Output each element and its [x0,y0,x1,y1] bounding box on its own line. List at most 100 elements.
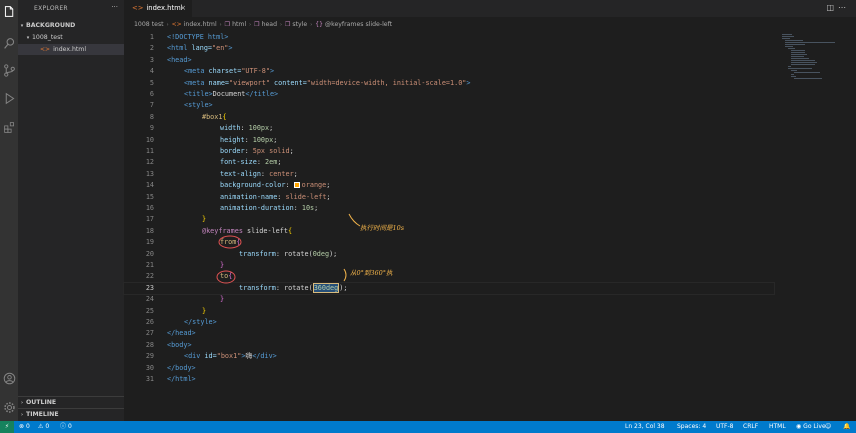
code-line: 8 #box1{ [124,112,774,123]
end-of-line[interactable]: CRLF [743,421,758,433]
chevron-right-icon: › [280,22,283,28]
code-token: </html> [167,375,196,383]
cursor-position[interactable]: Ln 23, Col 38 [625,421,665,433]
code-token: 100px [252,135,274,144]
breadcrumb-item[interactable]: html [232,21,246,28]
code-token: "width=device-width, initial-scale=1.0" [306,78,467,87]
code-line: 18 @keyframes slide-left{ [124,226,774,237]
code-token: ); [339,283,348,292]
code-line-current: 23 transform: rotate(360deg); [123,281,775,296]
code-line: 17} [124,214,774,225]
workspace-section[interactable]: ▾ BACKGROUND [18,20,124,31]
annotation-text: 从0°到360°执 [350,269,393,277]
extensions-icon[interactable] [2,120,16,134]
folder-1008-test[interactable]: ▾ 1008_test [18,32,124,43]
vertical-scrollbar[interactable] [846,32,854,421]
code-token: { [236,238,241,247]
chevron-down-icon: ▾ [20,23,24,29]
line-number: 7 [149,101,154,110]
workspace-label: BACKGROUND [26,22,76,29]
element-icon: ❐ [224,21,231,28]
line-number: 31 [145,375,154,383]
notifications-bell-icon[interactable]: 🔔 [843,421,850,433]
account-icon[interactable] [2,371,16,385]
code-line: 24} [124,294,774,305]
breadcrumb-item[interactable]: @keyframes slide-left [325,21,392,28]
outline-section[interactable]: › OUTLINE [18,396,124,407]
code-token: <head> [167,55,192,64]
remote-icon[interactable]: ⚡ [0,421,14,433]
language-mode[interactable]: HTML [769,421,786,433]
go-live-button[interactable]: ◉ Go Live [796,421,826,433]
code-token: name= [204,78,230,87]
code-token: text-align [220,169,261,178]
errors-indicator[interactable]: ⊗ 0 [19,421,30,433]
code-line: 5 <meta name="viewport" content="width=de… [124,78,774,89]
code-line: 20 transform: rotate(0deg); [124,249,774,260]
explorer-sidebar: EXPLORER ··· ▾ BACKGROUND ▾ 1008_test <> in… [18,0,124,421]
explorer-icon[interactable] [2,4,16,18]
settings-gear-icon[interactable] [2,400,16,414]
tab-index-html[interactable]: <> index.html × [124,0,192,17]
more-actions-icon[interactable]: ··· [111,3,118,11]
minimap[interactable] [780,32,844,82]
folder-label: 1008_test [32,34,63,41]
status-bar: ⚡ ⊗ 0 ⚠ 0 ⓘ 0 Ln 23, Col 38 Spaces: 4 UT… [0,421,856,433]
close-icon[interactable]: × [180,0,186,17]
line-number: 17 [145,215,154,224]
code-token: rotate( [284,249,313,258]
encoding[interactable]: UTF-8 [716,421,734,433]
run-debug-icon[interactable] [2,91,16,105]
code-editor[interactable]: 1 <!DOCTYPE html> 2 <html lang="en"> 3 <hea… [123,32,775,421]
line-number: 22 [145,272,154,281]
warnings-indicator[interactable]: ⚠ 0 [38,421,49,433]
line-number: 27 [145,329,154,338]
tab-label: index.html [146,4,183,12]
feedback-icon[interactable]: ☺ [825,421,831,433]
go-live-label: Go Live [803,423,826,430]
code-token: <!DOCTYPE html> [167,33,229,41]
timeline-section[interactable]: › TIMELINE [18,408,124,419]
breadcrumb-item[interactable]: style [292,21,307,28]
line-number: 3 [149,55,154,64]
code-line: 16 animation-duration: 10s; [124,203,774,214]
timeline-label: TIMELINE [26,411,59,418]
code-token: animation-name [220,192,278,201]
code-token: > [228,44,233,53]
file-label: index.html [53,46,87,53]
breadcrumb-item[interactable]: 1008 test [134,21,164,28]
color-swatch[interactable] [293,182,300,189]
code-token: from [220,238,237,247]
code-token: slide-left [285,192,327,201]
code-token: 10s [301,204,315,212]
annotation-text: 执行时间是10s [360,224,405,232]
html-file-icon: <> [132,4,144,12]
breadcrumb-item[interactable]: index.html [184,21,217,28]
code-token: <body> [167,340,192,349]
more-actions-icon[interactable]: ⋯ [838,3,850,12]
line-number: 29 [145,352,154,361]
source-control-icon[interactable] [2,63,16,77]
code-line: 28 <body> [124,340,774,351]
line-number: 28 [145,340,154,349]
tab-bar: <> index.html × ◫⋯ [124,0,856,17]
code-line: 15 animation-name: slide-left; [124,192,774,203]
line-number: 16 [145,204,154,212]
code-token: id= [200,352,217,361]
error-icon: ⊗ [19,423,25,430]
split-editor-icon[interactable]: ◫ [826,3,838,12]
line-number: 8 [149,112,154,121]
search-icon[interactable] [2,36,16,50]
file-index-html[interactable]: <> index.html [18,44,124,55]
code-token: </head> [167,329,196,338]
line-number: 13 [145,169,154,178]
element-icon: ❐ [285,21,291,28]
indentation[interactable]: Spaces: 4 [677,421,706,433]
breadcrumb-item[interactable]: head [262,21,277,28]
chevron-right-icon: › [310,22,313,28]
info-indicator[interactable]: ⓘ 0 [60,421,72,433]
code-token: width [220,124,241,133]
code-token: <meta [184,67,205,76]
code-token: <title> [184,90,213,98]
code-token: slide-left [242,226,288,235]
